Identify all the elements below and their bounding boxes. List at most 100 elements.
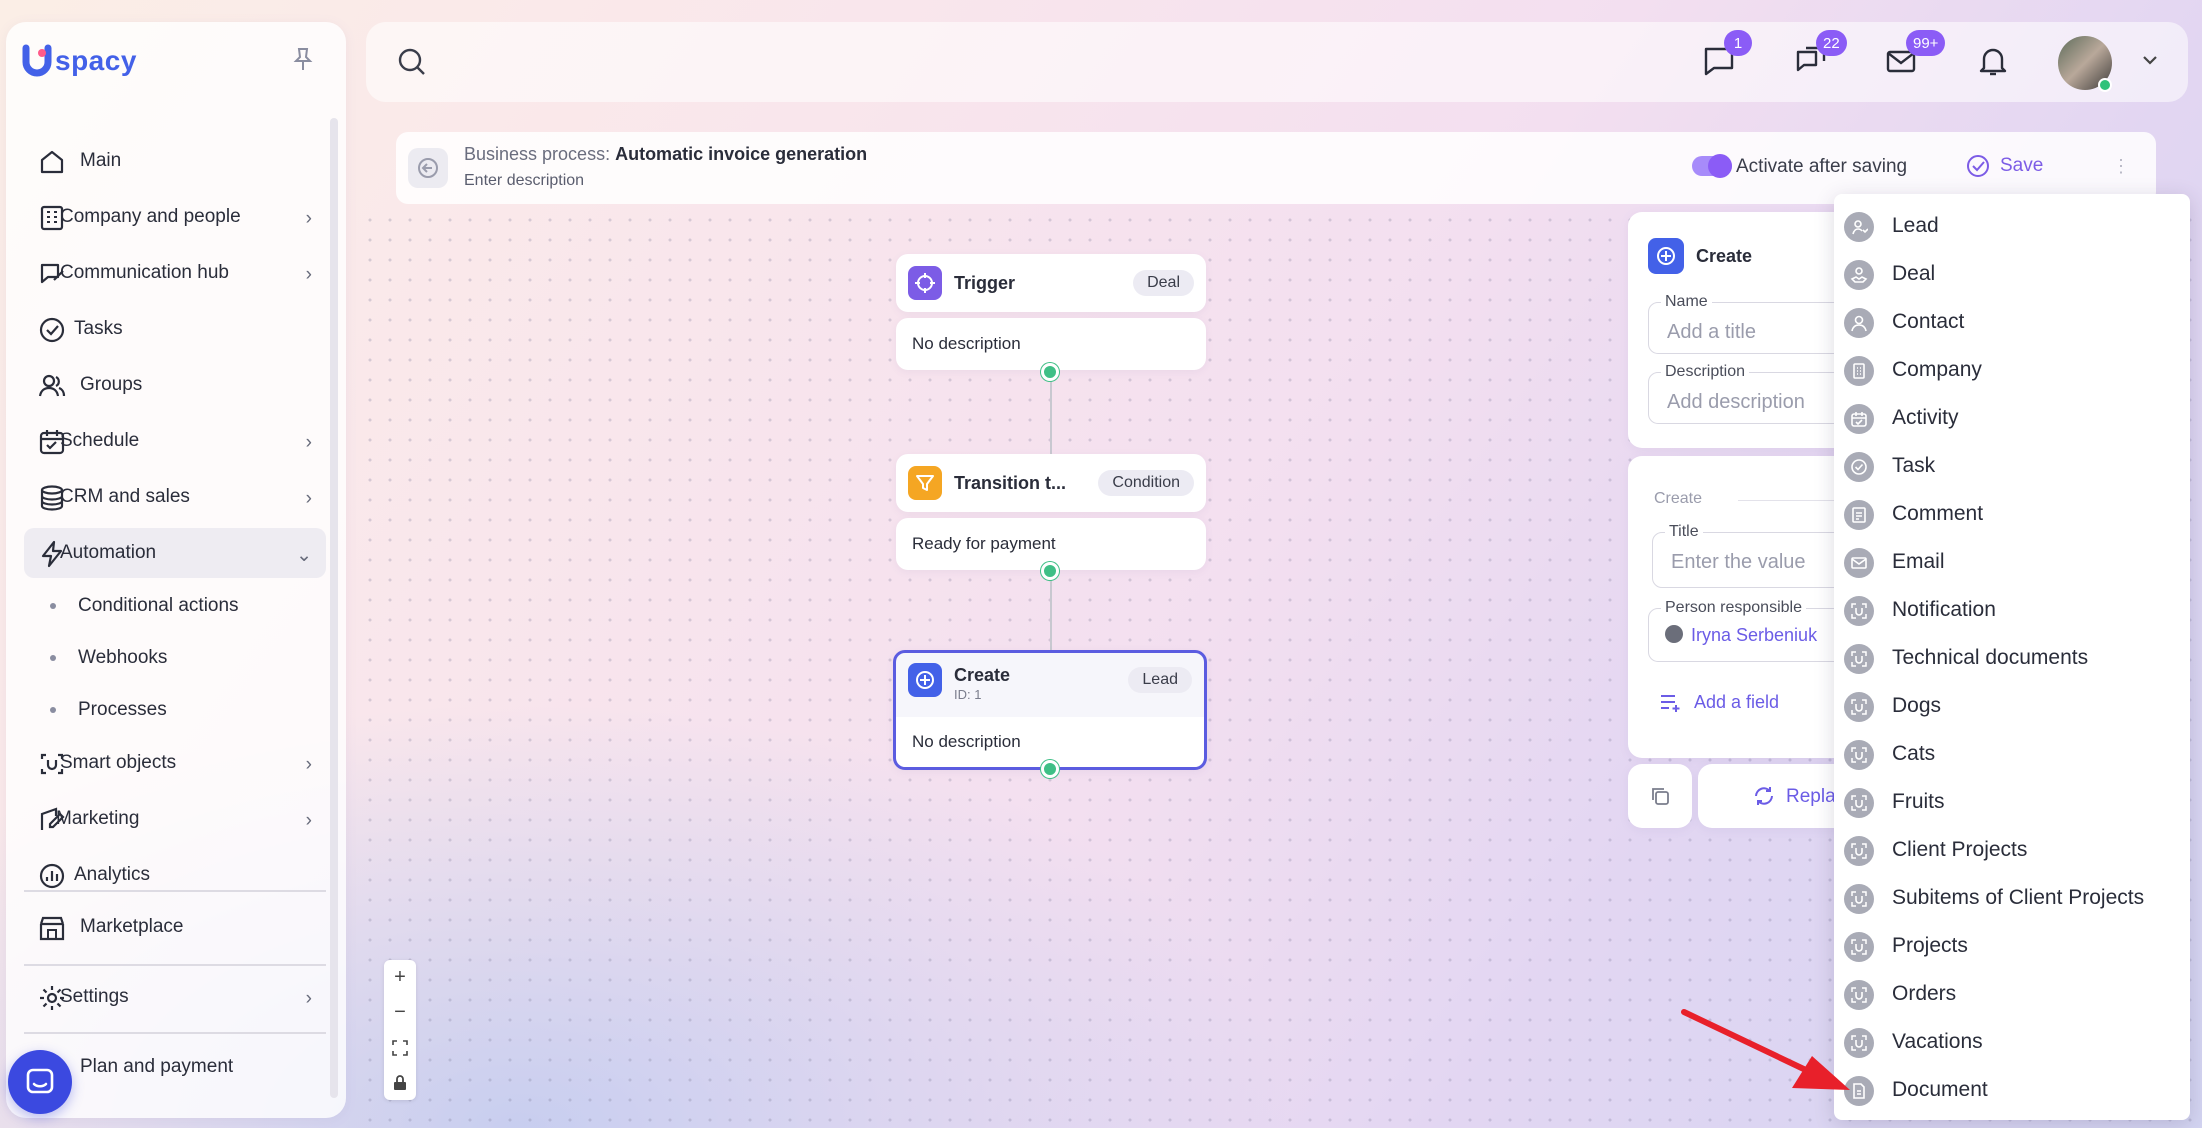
chevron-down-icon[interactable]	[2140, 50, 2160, 70]
sidebar-item-smart-objects[interactable]: Smart objects ›	[24, 738, 326, 788]
dropdown-option-notification[interactable]: Notification	[1834, 586, 2190, 634]
node-tag: Deal	[1133, 270, 1194, 296]
save-button[interactable]: Save	[1966, 154, 2043, 178]
dropdown-option-email[interactable]: Email	[1834, 538, 2190, 586]
chevron-right-icon: ›	[305, 810, 312, 831]
chats-button[interactable]: 22	[1794, 30, 1847, 80]
comment-icon	[1844, 500, 1874, 530]
option-label: Orders	[1892, 982, 1957, 1005]
smart-object-icon	[1844, 932, 1874, 962]
field-placeholder: Enter the value	[1671, 551, 1806, 573]
node-tag: Condition	[1098, 470, 1194, 496]
dropdown-option-lead[interactable]: Lead	[1834, 202, 2190, 250]
add-step-connector[interactable]	[1041, 363, 1059, 381]
copy-button[interactable]	[1628, 764, 1692, 828]
sidebar-item-company-and-people[interactable]: Company and people ›	[24, 192, 326, 242]
zoom-in-button[interactable]: +	[384, 960, 416, 995]
dropdown-option-deal[interactable]: Deal	[1834, 250, 2190, 298]
dropdown-option-orders[interactable]: Orders	[1834, 970, 2190, 1018]
sidebar-item-schedule[interactable]: Schedule ›	[24, 416, 326, 466]
add-step-connector[interactable]	[1041, 760, 1059, 778]
dropdown-option-client-projects[interactable]: Client Projects	[1834, 826, 2190, 874]
check-circle-icon	[39, 317, 65, 343]
person-avatar	[1665, 625, 1683, 643]
create-node-selected[interactable]: Create ID: 1 Lead No description	[893, 650, 1207, 770]
dropdown-option-company[interactable]: Company	[1834, 346, 2190, 394]
dropdown-option-document[interactable]: Document	[1834, 1066, 2190, 1114]
check-circle-icon	[1967, 155, 1989, 177]
option-label: Cats	[1892, 742, 1936, 765]
more-options-icon[interactable]: ⋮	[2112, 156, 2130, 177]
target-icon	[908, 266, 942, 300]
bell-icon	[1979, 48, 2007, 76]
fullscreen-icon	[392, 1039, 408, 1056]
sidebar-item-marketplace[interactable]: Marketplace	[24, 902, 326, 952]
chat-bubble-icon	[26, 1068, 54, 1094]
dropdown-option-subitems-of-client-projects[interactable]: Subitems of Client Projects	[1834, 874, 2190, 922]
dropdown-option-activity[interactable]: Activity	[1834, 394, 2190, 442]
sidebar-item-automation[interactable]: Automation ⌄	[24, 528, 326, 578]
sidebar-item-settings[interactable]: Settings ›	[24, 972, 326, 1022]
sidebar-item-label: Schedule	[60, 430, 140, 451]
sidebar-item-tasks[interactable]: Tasks	[24, 304, 326, 354]
dropdown-option-dogs[interactable]: Dogs	[1834, 682, 2190, 730]
person-chip[interactable]: Iryna Serbeniuk	[1691, 625, 1817, 646]
process-description[interactable]: Enter description	[464, 172, 584, 190]
activate-label: Activate after saving	[1736, 156, 1908, 177]
create-fields-card: Create Title Enter the value Person resp…	[1628, 456, 1872, 758]
pin-icon[interactable]	[292, 46, 314, 72]
fit-view-button[interactable]	[384, 1030, 416, 1065]
save-label: Save	[2000, 155, 2044, 176]
smart-object-icon	[1844, 884, 1874, 914]
dropdown-option-vacations[interactable]: Vacations	[1834, 1018, 2190, 1066]
process-title[interactable]: Business process: Automatic invoice gene…	[464, 144, 867, 165]
lock-icon	[394, 1074, 406, 1090]
lock-button[interactable]	[384, 1065, 416, 1100]
connector-line	[1050, 372, 1052, 456]
dropdown-option-fruits[interactable]: Fruits	[1834, 778, 2190, 826]
search-icon[interactable]	[396, 46, 428, 78]
sidebar-subitem-conditional-actions[interactable]: Conditional actions	[50, 586, 239, 626]
field-label: Name	[1661, 293, 1712, 311]
process-name: Automatic invoice generation	[615, 144, 868, 164]
dropdown-option-cats[interactable]: Cats	[1834, 730, 2190, 778]
support-chat-button[interactable]	[8, 1050, 72, 1114]
sidebar-item-main[interactable]: Main	[24, 136, 326, 186]
mail-button[interactable]: 99+	[1884, 30, 1946, 80]
condition-node[interactable]: Transition t... Condition	[896, 454, 1206, 512]
sidebar-item-label: Company and people	[60, 206, 241, 227]
sidebar-item-label: Settings	[60, 986, 129, 1007]
trigger-node[interactable]: Trigger Deal	[896, 254, 1206, 312]
sidebar-item-analytics[interactable]: Analytics	[24, 850, 326, 900]
dropdown-option-task[interactable]: Task	[1834, 442, 2190, 490]
messages-button[interactable]: 1	[1702, 30, 1752, 80]
online-status-indicator	[2098, 78, 2112, 92]
sidebar-item-communication-hub[interactable]: Communication hub ›	[24, 248, 326, 298]
chevron-right-icon: ›	[305, 432, 312, 453]
activate-toggle[interactable]	[1692, 154, 1732, 178]
sidebar-subitem-webhooks[interactable]: Webhooks	[50, 638, 167, 678]
task-icon	[1844, 452, 1874, 482]
sidebar-item-marketing[interactable]: Marketing ›	[24, 794, 326, 844]
notifications-button[interactable]	[1976, 44, 2012, 80]
sidebar-scrollbar[interactable]	[330, 118, 338, 1098]
smart-object-icon	[1844, 836, 1874, 866]
copy-icon	[1652, 788, 1669, 805]
sidebar-subitem-processes[interactable]: Processes	[50, 690, 167, 730]
dropdown-option-contact[interactable]: Contact	[1834, 298, 2190, 346]
back-button[interactable]	[408, 148, 448, 188]
add-step-connector[interactable]	[1041, 562, 1059, 580]
zoom-out-button[interactable]: −	[384, 995, 416, 1030]
sidebar-item-crm-and-sales[interactable]: CRM and sales ›	[24, 472, 326, 522]
plus-circle-icon	[908, 663, 942, 697]
logo[interactable]: spacy	[22, 44, 137, 78]
sidebar-item-label: Plan and payment	[80, 1056, 234, 1077]
dropdown-option-technical-documents[interactable]: Technical documents	[1834, 634, 2190, 682]
sidebar-item-groups[interactable]: Groups	[24, 360, 326, 410]
option-label: Company	[1892, 358, 1982, 381]
dropdown-option-projects[interactable]: Projects	[1834, 922, 2190, 970]
dropdown-option-comment[interactable]: Comment	[1834, 490, 2190, 538]
add-field-button[interactable]: Add a field	[1660, 692, 1779, 713]
field-placeholder: Add a title	[1667, 321, 1756, 343]
sidebar-item-label: Groups	[80, 374, 143, 395]
